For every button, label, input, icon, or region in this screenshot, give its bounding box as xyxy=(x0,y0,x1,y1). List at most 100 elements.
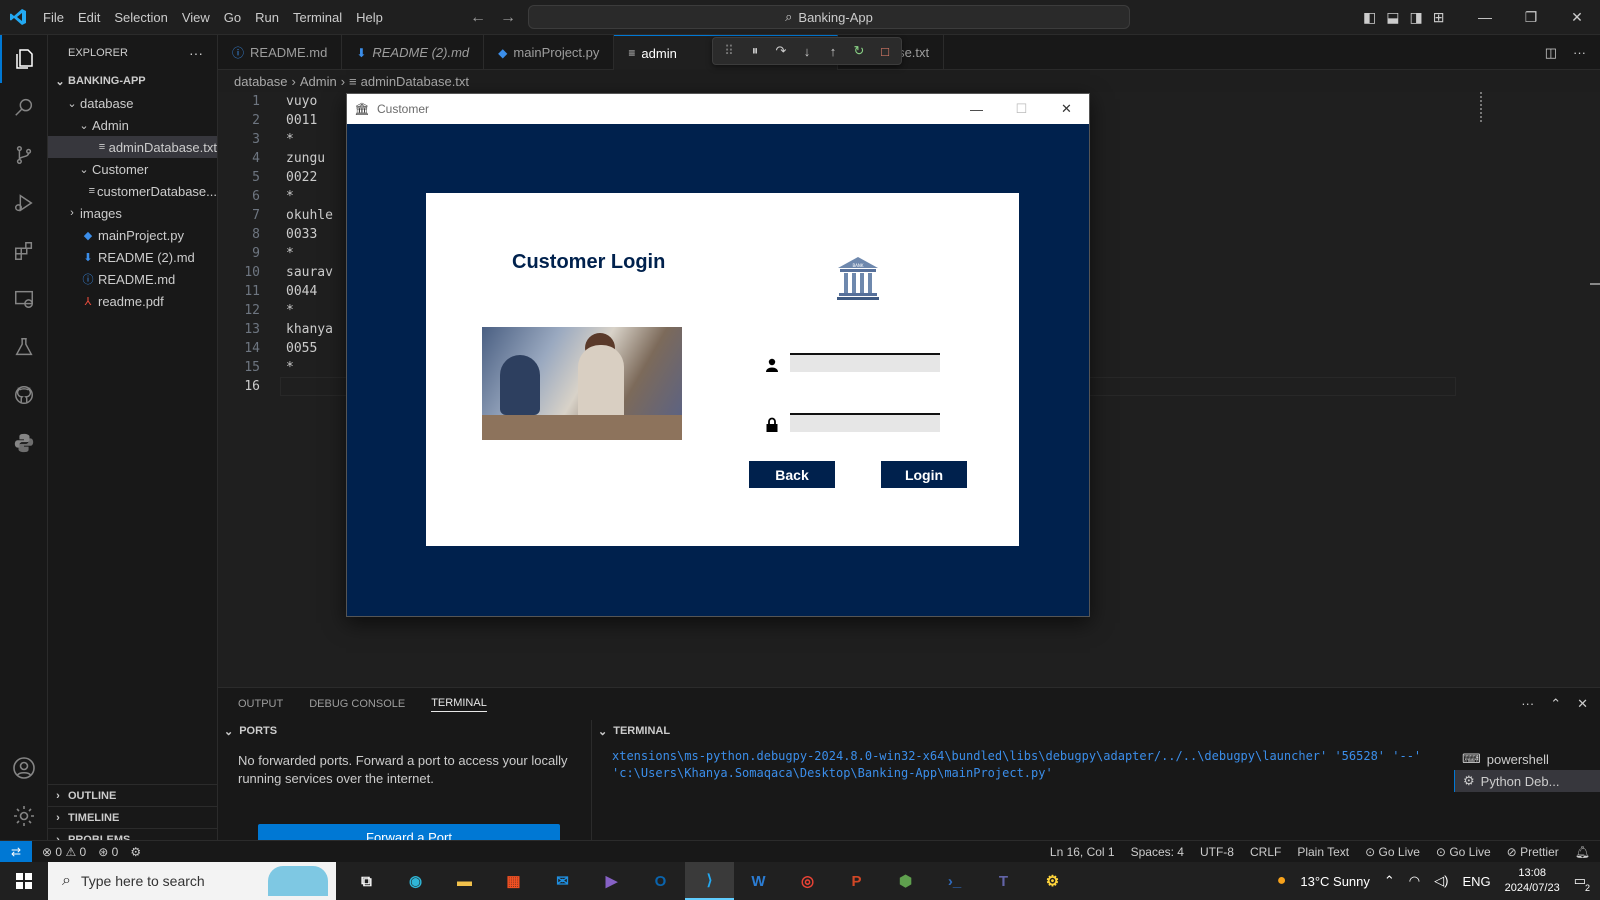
maximize-icon[interactable]: ☐ xyxy=(999,94,1044,124)
tree-item[interactable]: ⅄ readme.pdf xyxy=(48,290,217,312)
volume-icon[interactable]: ◁) xyxy=(1434,873,1448,889)
more-actions-icon[interactable]: ··· xyxy=(1573,35,1586,70)
language-indicator[interactable]: ENG xyxy=(1462,874,1490,889)
editor-tab[interactable]: ⬇ README (2).md xyxy=(342,35,485,70)
problems-status[interactable]: ⊗ 0 ⚠ 0 xyxy=(42,845,86,859)
menu-help[interactable]: Help xyxy=(349,0,390,35)
back-button[interactable]: Back xyxy=(749,461,835,488)
menu-file[interactable]: File xyxy=(36,0,71,35)
step-into-icon[interactable]: ↓ xyxy=(799,44,815,59)
panel-tab-output[interactable]: OUTPUT xyxy=(238,698,283,710)
username-input[interactable] xyxy=(790,353,940,372)
weather-text[interactable]: 13°C Sunny xyxy=(1300,874,1370,889)
testing-icon[interactable] xyxy=(0,323,48,371)
drag-handle-icon[interactable]: ⠿ xyxy=(721,43,737,59)
panel-tab-terminal[interactable]: TERMINAL xyxy=(431,697,487,712)
notifications-bell-icon[interactable]: 🔔︎ xyxy=(1575,845,1590,859)
language-mode[interactable]: Plain Text xyxy=(1297,845,1349,859)
github-icon[interactable] xyxy=(0,371,48,419)
toggle-panel-icon[interactable]: ⬓ xyxy=(1386,0,1399,35)
wifi-icon[interactable]: ◠ xyxy=(1409,873,1420,889)
more-actions-icon[interactable]: ··· xyxy=(1521,688,1534,720)
taskbar-search[interactable]: ⌕ Type here to search xyxy=(48,862,336,900)
close-icon[interactable]: ✕ xyxy=(1554,0,1600,35)
python-launcher-icon[interactable]: ⚙ xyxy=(1028,862,1077,900)
toggle-secondary-sidebar-icon[interactable]: ◨ xyxy=(1409,0,1422,35)
terminal-header[interactable]: ⌄ TERMINAL xyxy=(592,720,1600,742)
menu-go[interactable]: Go xyxy=(217,0,248,35)
split-editor-icon[interactable]: ◫ xyxy=(1545,35,1557,70)
show-hidden-icons-icon[interactable]: ⌃ xyxy=(1384,873,1395,889)
outline-section[interactable]: › OUTLINE xyxy=(48,784,218,806)
minimize-icon[interactable]: — xyxy=(1462,0,1508,35)
notifications-icon[interactable]: ▭ 2 xyxy=(1574,873,1590,893)
prettier-status[interactable]: ⊘ Prettier xyxy=(1507,845,1559,859)
run-debug-icon[interactable] xyxy=(0,179,48,227)
ports-header[interactable]: ⌄ PORTS xyxy=(218,720,591,742)
nodejs-icon[interactable]: ⬢ xyxy=(881,862,930,900)
stop-icon[interactable]: □ xyxy=(877,44,893,59)
settings-gear-icon[interactable] xyxy=(0,792,48,840)
power-automate-icon[interactable]: ▶ xyxy=(587,862,636,900)
cursor-position[interactable]: Ln 16, Col 1 xyxy=(1050,845,1115,859)
menu-edit[interactable]: Edit xyxy=(71,0,107,35)
breadcrumb-item[interactable]: Admin xyxy=(300,74,337,89)
tree-item[interactable]: › images xyxy=(48,202,217,224)
tree-item[interactable]: ◆ mainProject.py xyxy=(48,224,217,246)
outlook-icon[interactable]: O xyxy=(636,862,685,900)
mail-icon[interactable]: ✉ xyxy=(538,862,587,900)
powerpoint-icon[interactable]: P xyxy=(832,862,881,900)
back-arrow-icon[interactable]: ← xyxy=(470,0,486,35)
terminal-instance-powershell[interactable]: ⌨ powershell xyxy=(1454,748,1600,770)
remote-indicator-icon[interactable]: ⇄ xyxy=(0,840,32,863)
workspace-root[interactable]: ⌄ BANKING-APP xyxy=(48,70,217,92)
maximize-panel-icon[interactable]: ⌃ xyxy=(1550,688,1561,720)
login-button[interactable]: Login xyxy=(881,461,967,488)
teams-icon[interactable]: T xyxy=(979,862,1028,900)
extensions-icon[interactable] xyxy=(0,227,48,275)
windows-start-icon[interactable] xyxy=(0,862,48,900)
line-ending[interactable]: CRLF xyxy=(1250,845,1281,859)
close-icon[interactable]: ✕ xyxy=(1044,94,1089,124)
tree-item[interactable]: ⓘ README.md xyxy=(48,268,217,290)
explorer-icon[interactable] xyxy=(0,35,48,83)
menu-selection[interactable]: Selection xyxy=(107,0,174,35)
terminal-instance-python-debug[interactable]: ⚙ Python Deb... xyxy=(1454,770,1600,792)
weather-icon[interactable]: ● xyxy=(1277,872,1287,890)
window-title-bar[interactable]: 🏛︎ Customer — ☐ ✕ xyxy=(347,94,1089,124)
terminal-output[interactable]: xtensions\ms-python.debugpy-2024.8.0-win… xyxy=(612,748,1462,782)
ports-status[interactable]: ⊛ 0 xyxy=(98,845,118,859)
go-live-button[interactable]: ⊙ Go Live xyxy=(1365,845,1420,859)
clock[interactable]: 13:08 2024/07/23 xyxy=(1505,866,1560,896)
editor-tab[interactable]: ◆ mainProject.py xyxy=(484,35,615,70)
task-view-icon[interactable]: ⧉ xyxy=(342,862,391,900)
timeline-section[interactable]: › TIMELINE xyxy=(48,806,218,828)
debug-status-icon[interactable]: ⚙ xyxy=(130,845,141,859)
tree-item[interactable]: ⌄ database xyxy=(48,92,217,114)
chrome-icon[interactable]: ◎ xyxy=(783,862,832,900)
breadcrumb-item[interactable]: database xyxy=(234,74,288,89)
step-over-icon[interactable]: ↷ xyxy=(773,43,789,59)
tree-item[interactable]: ≡ customerDatabase... xyxy=(48,180,217,202)
step-out-icon[interactable]: ↑ xyxy=(825,44,841,59)
panel-tab-debug-console[interactable]: DEBUG CONSOLE xyxy=(309,698,405,710)
word-icon[interactable]: W xyxy=(734,862,783,900)
file-explorer-icon[interactable]: ▬ xyxy=(440,862,489,900)
forward-arrow-icon[interactable]: → xyxy=(500,0,516,35)
scrollbar-thumb[interactable] xyxy=(1590,283,1600,285)
menu-run[interactable]: Run xyxy=(248,0,286,35)
customize-layout-icon[interactable]: ⊞ xyxy=(1433,0,1445,35)
pause-icon[interactable]: ⏸ xyxy=(747,43,763,59)
microsoft-store-icon[interactable]: ▦ xyxy=(489,862,538,900)
tree-item[interactable]: ⬇ README (2).md xyxy=(48,246,217,268)
remote-explorer-icon[interactable] xyxy=(0,275,48,323)
edge-icon[interactable]: ◉ xyxy=(391,862,440,900)
vscode-icon[interactable]: ⟩ xyxy=(685,862,734,900)
source-control-icon[interactable] xyxy=(0,131,48,179)
tree-item[interactable]: ⌄ Admin xyxy=(48,114,217,136)
more-actions-icon[interactable]: ··· xyxy=(189,45,203,61)
editor-tab[interactable]: ⓘ README.md xyxy=(218,35,343,70)
password-input[interactable] xyxy=(790,413,940,432)
go-live-button-2[interactable]: ⊙ Go Live xyxy=(1436,845,1491,859)
tree-item[interactable]: ≡ adminDatabase.txt xyxy=(48,136,217,158)
